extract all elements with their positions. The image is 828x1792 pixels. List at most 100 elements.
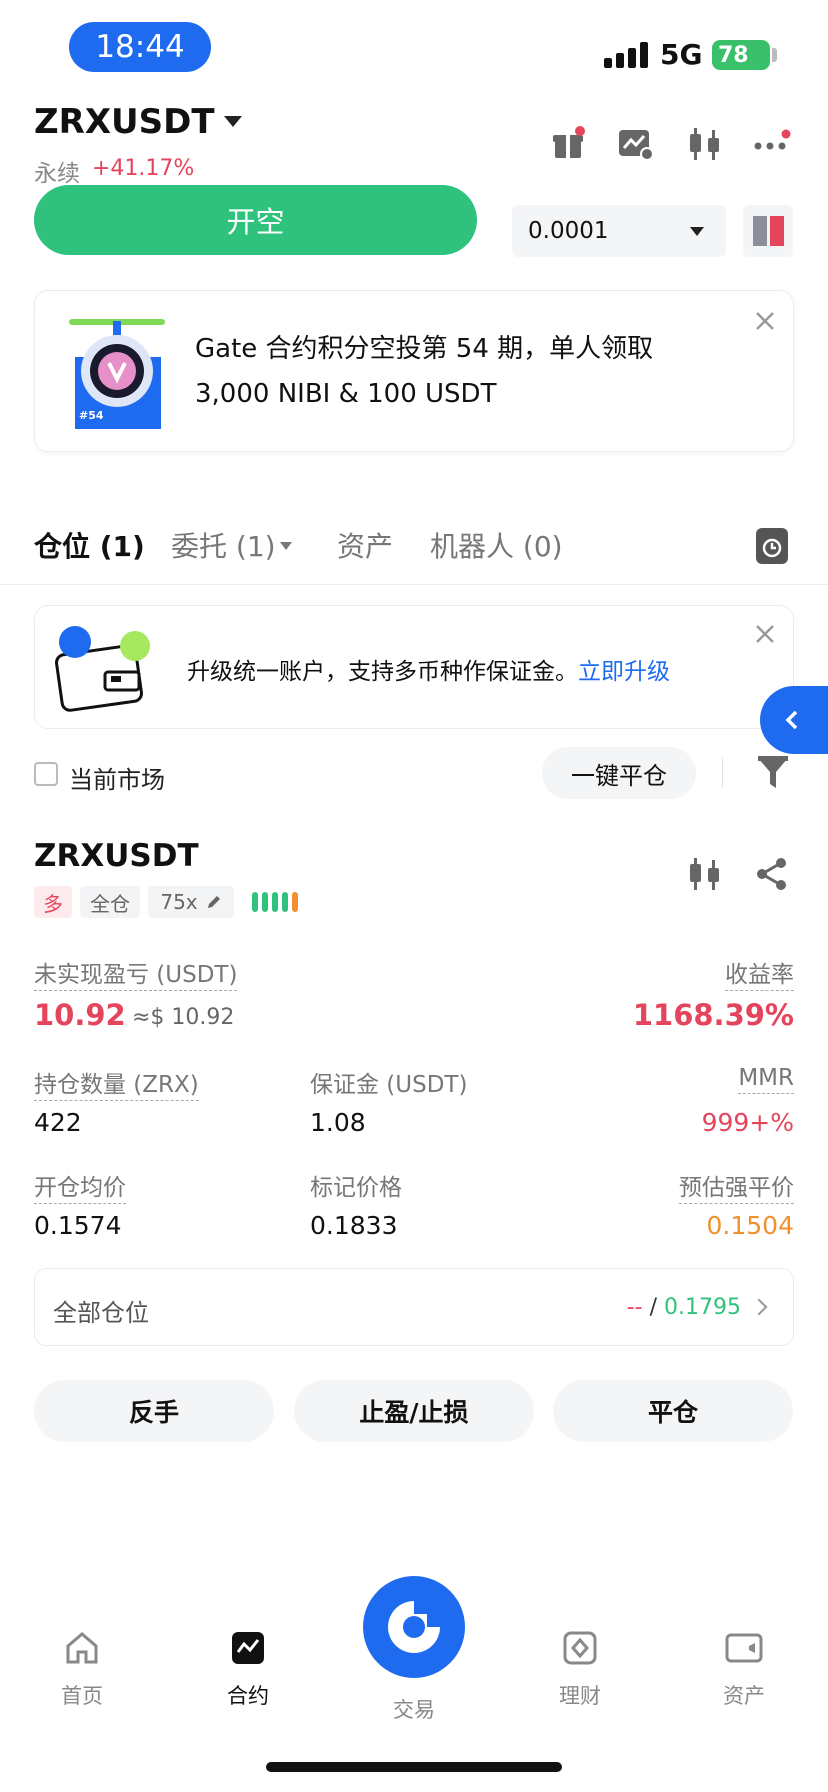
nav-trade[interactable]: [363, 1576, 465, 1678]
airdrop-badge: #54: [79, 409, 104, 422]
nav-earn[interactable]: 理财: [520, 1630, 640, 1710]
tab-positions[interactable]: 仓位 (1): [34, 525, 145, 565]
upgrade-message: 升级统一账户，支持多币种作保证金。立即升级: [187, 652, 670, 686]
current-market-label[interactable]: 当前市场: [69, 760, 165, 795]
mark-price-label: 标记价格: [310, 1175, 402, 1201]
airdrop-illustration: #54: [69, 313, 185, 433]
unrealized-pnl-usd: ≈$ 10.92: [132, 1005, 235, 1030]
mmr-value: 999+%: [701, 1108, 794, 1137]
battery-indicator: 78: [712, 40, 770, 70]
wallet-illustration: [53, 624, 173, 716]
status-time: 18:44: [69, 22, 211, 72]
entry-price-value: 0.1574: [34, 1211, 122, 1240]
chevron-down-icon[interactable]: [280, 542, 292, 550]
unrealized-pnl-value: 10.92: [34, 998, 126, 1032]
chart-alert-icon[interactable]: [616, 124, 656, 164]
futures-icon: [232, 1632, 264, 1664]
reverse-button[interactable]: 反手: [34, 1380, 274, 1442]
liq-price-label-text: 预估强平价: [679, 1175, 794, 1204]
roe-label-text: 收益率: [725, 962, 794, 991]
earn-icon: [563, 1631, 597, 1665]
margin-mode-tag[interactable]: 全仓: [80, 886, 140, 918]
nav-earn-label: 理财: [559, 1684, 601, 1708]
tabs-divider: [0, 584, 828, 585]
position-size-label-text: 持仓数量 (ZRX): [34, 1072, 199, 1101]
position-size-label: 持仓数量 (ZRX): [34, 1065, 199, 1101]
entry-price-label: 开仓均价: [34, 1168, 126, 1204]
liq-price-value: 0.1504: [706, 1211, 794, 1240]
tab-bots[interactable]: 机器人 (0): [430, 525, 563, 565]
chevron-right-icon: [750, 1298, 768, 1316]
nav-assets-label: 资产: [723, 1684, 765, 1708]
signal-icon: [604, 40, 650, 68]
all-positions-value-a: --: [626, 1295, 643, 1320]
close-icon[interactable]: [753, 622, 777, 646]
gate-logo-icon: [388, 1601, 440, 1653]
more-icon[interactable]: [752, 124, 792, 164]
orderbook-view-toggle[interactable]: [743, 205, 793, 257]
chevron-down-icon[interactable]: [690, 227, 704, 236]
leverage-value: 75x: [160, 890, 198, 914]
divider: [722, 758, 723, 788]
upgrade-link[interactable]: 立即升级: [578, 659, 670, 685]
unrealized-pnl-label: 未实现盈亏 (USDT): [34, 955, 238, 991]
position-symbol[interactable]: ZRXUSDT: [34, 838, 199, 874]
mmr-label: MMR: [738, 1065, 794, 1094]
gift-icon[interactable]: [548, 124, 588, 164]
promo-text: Gate 合约积分空投第 54 期，单人领取 3,000 NIBI & 100 …: [195, 334, 654, 409]
candlestick-icon[interactable]: [685, 124, 725, 164]
battery-level: 78: [718, 42, 749, 68]
tp-sl-button[interactable]: 止盈/止损: [294, 1380, 534, 1442]
tab-assets[interactable]: 资产: [337, 525, 393, 565]
candlestick-icon[interactable]: [685, 854, 725, 894]
promo-banner[interactable]: #54 Gate 合约积分空投第 54 期，单人领取 3,000 NIBI & …: [34, 290, 794, 452]
share-icon[interactable]: [752, 854, 792, 894]
current-market-checkbox[interactable]: [34, 762, 58, 786]
open-short-button[interactable]: 开空: [34, 185, 477, 255]
all-positions-values: -- / 0.1795: [627, 1295, 741, 1320]
all-positions-value-b: 0.1795: [664, 1295, 741, 1320]
chevron-down-icon[interactable]: [224, 116, 242, 127]
close-icon[interactable]: [753, 309, 777, 333]
home-indicator: [266, 1762, 562, 1772]
wallet-icon: [725, 1633, 763, 1663]
nav-home[interactable]: 首页: [22, 1630, 142, 1710]
filter-icon[interactable]: [756, 754, 790, 792]
all-positions-row[interactable]: 全部仓位 -- / 0.1795: [34, 1268, 794, 1346]
mark-price-value: 0.1833: [310, 1211, 398, 1240]
tab-orders[interactable]: 委托 (1): [171, 525, 276, 565]
contract-symbol[interactable]: ZRXUSDT: [34, 102, 215, 142]
position-size-value: 422: [34, 1108, 82, 1137]
close-all-button[interactable]: 一键平仓: [542, 747, 696, 799]
roe-label: 收益率: [725, 955, 794, 991]
liq-price-label: 预估强平价: [679, 1168, 794, 1204]
history-icon[interactable]: [756, 528, 788, 564]
home-icon: [66, 1632, 98, 1664]
orderbook-bar-icon: [769, 216, 784, 246]
nav-trade-label[interactable]: 交易: [376, 1694, 452, 1724]
side-tag: 多: [34, 886, 72, 918]
price-change: +41.17%: [92, 156, 195, 181]
nav-futures-label: 合约: [227, 1684, 269, 1708]
upgrade-text: 升级统一账户，支持多币种作保证金。: [187, 659, 578, 685]
leverage-tag[interactable]: 75x: [148, 886, 234, 918]
entry-price-label-text: 开仓均价: [34, 1175, 126, 1204]
close-position-button[interactable]: 平仓: [553, 1380, 793, 1442]
all-positions-label: 全部仓位: [53, 1299, 149, 1327]
quantity-value: 0.0001: [528, 218, 609, 244]
nav-assets[interactable]: 资产: [684, 1630, 804, 1710]
risk-indicator: [252, 892, 298, 912]
orderbook-bar-icon: [752, 216, 767, 246]
mmr-label-text: MMR: [738, 1065, 794, 1094]
nav-home-label: 首页: [61, 1684, 103, 1708]
contract-type: 永续: [34, 161, 80, 187]
all-positions-separator: /: [649, 1295, 658, 1320]
upgrade-account-card[interactable]: 升级统一账户，支持多币种作保证金。立即升级: [34, 605, 794, 729]
roe-value: 1168.39%: [632, 998, 794, 1032]
margin-label: 保证金 (USDT): [310, 1072, 468, 1098]
edit-icon: [207, 896, 220, 908]
network-type: 5G: [660, 38, 703, 71]
side-drawer-tab[interactable]: [760, 686, 828, 754]
nav-futures[interactable]: 合约: [188, 1630, 308, 1710]
battery-tip: [772, 48, 777, 62]
